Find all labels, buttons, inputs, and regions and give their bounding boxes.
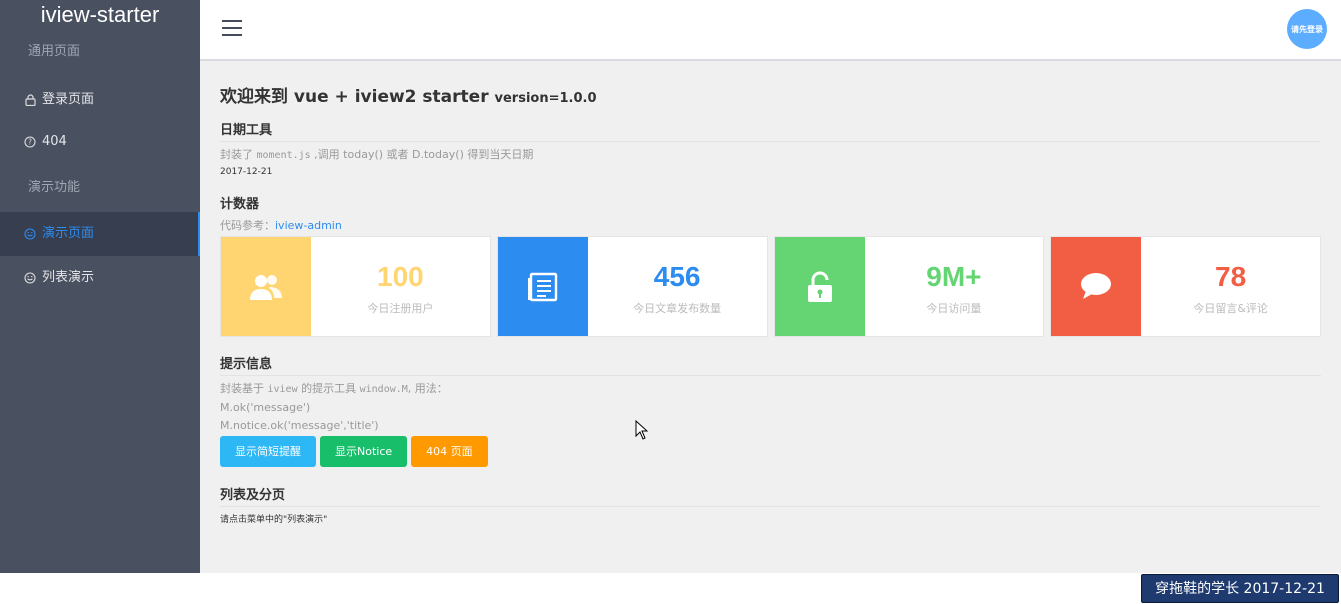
show-notice-button[interactable]: 显示Notice	[320, 436, 408, 467]
stat-value: 78	[1215, 261, 1247, 292]
help-circle-icon: ?	[24, 136, 36, 148]
counter-ref: 代码参考：iview-admin	[220, 217, 1321, 235]
desc-text: 封装基于	[220, 382, 268, 395]
section-title-counter: 计数器	[220, 197, 260, 212]
desc-text: 封装了	[220, 148, 257, 161]
stat-value: 100	[377, 261, 424, 292]
login-avatar[interactable]: 请先登录	[1287, 9, 1327, 49]
today-date: 2017-12-21	[220, 167, 273, 177]
chat-icon	[1051, 237, 1142, 336]
main-content: 欢迎来到 vue + iview2 starter version=1.0.0 …	[200, 61, 1341, 573]
desc-text: , 用法：	[407, 382, 448, 395]
menu-group-demo: 演示功能	[28, 180, 81, 195]
stat-label: 今日注册用户	[367, 302, 434, 315]
stat-value: 9M+	[926, 261, 982, 292]
mouse-pointer-icon	[635, 419, 649, 444]
list-section: 列表及分页 请点击菜单中的"列表演示"	[220, 484, 1321, 527]
section-title-tips: 提示信息	[220, 353, 1321, 376]
sidebar-item-label: 演示页面	[42, 226, 95, 241]
sidebar: iview-starter 通用页面 登录页面 ? 404 演示功能 演示页面 …	[0, 0, 200, 573]
brand-title: iview-starter	[40, 2, 160, 27]
iview-admin-link[interactable]: iview-admin	[275, 219, 342, 232]
document-icon	[497, 237, 588, 336]
stat-card-visits: 9M+ 今日访问量	[773, 236, 1045, 337]
section-title-date: 日期工具	[220, 119, 1321, 142]
app: iview-starter 通用页面 登录页面 ? 404 演示功能 演示页面 …	[0, 0, 1341, 573]
stat-card-users: 100 今日注册用户	[220, 236, 491, 337]
desc-code: moment.js	[256, 150, 311, 161]
top-header: 请先登录	[200, 0, 1341, 61]
tips-usage-ok: M.ok('message')	[220, 401, 311, 414]
sidebar-item-list-demo[interactable]: 列表演示	[0, 256, 200, 300]
date-tool-section: 日期工具 封装了 moment.js ,调用 today() 或者 D.toda…	[220, 119, 1321, 179]
menu-toggle-icon[interactable]	[222, 20, 242, 36]
stat-label: 今日文章发布数量	[633, 302, 722, 315]
unlock-icon	[774, 237, 865, 336]
stat-value: 456	[653, 261, 701, 292]
stat-cards: 100 今日注册用户 456 今日文章发布数量 9M+ 今日访问量 78 今日留…	[220, 236, 1321, 337]
show-message-button[interactable]: 显示简短提醒	[220, 436, 316, 467]
ref-label: 代码参考：	[220, 219, 275, 232]
tips-section: 提示信息 封装基于 iview 的提示工具 window.M, 用法： M.ok…	[220, 353, 1321, 467]
sidebar-item-label: 登录页面	[42, 92, 95, 107]
sidebar-item-label: 列表演示	[42, 270, 95, 285]
svg-text:?: ?	[28, 138, 32, 147]
stat-label: 今日访问量	[926, 302, 982, 315]
tips-buttons: 显示简短提醒 显示Notice 404 页面	[220, 436, 1321, 467]
lock-icon	[24, 94, 36, 106]
counter-section: 计数器 代码参考：iview-admin 100 今日注册用户 456 今日文章…	[220, 193, 1321, 337]
tips-desc: 封装基于 iview 的提示工具 window.M, 用法：	[220, 380, 1321, 399]
page-404-button[interactable]: 404 页面	[411, 436, 488, 467]
stat-card-comments: 78 今日留言&评论	[1050, 236, 1321, 337]
sidebar-item-demo-page[interactable]: 演示页面	[0, 212, 200, 256]
sidebar-item-404[interactable]: ? 404	[0, 120, 200, 164]
desc-code: window.M	[359, 384, 408, 395]
sidebar-item-login[interactable]: 登录页面	[0, 78, 200, 122]
date-tool-desc: 封装了 moment.js ,调用 today() 或者 D.today() 得…	[220, 146, 1321, 165]
menu-group-general: 通用页面	[28, 44, 81, 59]
desc-text: ,调用 today() 或者 D.today() 得到当天日期	[310, 148, 534, 161]
tips-usage-notice: M.notice.ok('message','title')	[220, 419, 379, 432]
page-title: 欢迎来到 vue + iview2 starter version=1.0.0	[220, 82, 1321, 107]
desc-text: 的提示工具	[297, 382, 360, 395]
desc-code: iview	[267, 384, 298, 395]
list-desc: 请点击菜单中的"列表演示"	[220, 515, 328, 525]
version-label: version=1.0.0	[494, 91, 597, 106]
stat-card-articles: 456 今日文章发布数量	[496, 236, 768, 337]
section-title-list: 列表及分页	[220, 484, 1321, 507]
face-icon	[24, 272, 36, 284]
face-icon	[24, 228, 36, 240]
watermark-label: 穿拖鞋的学长 2017-12-21	[1141, 574, 1339, 603]
page-title-text: 欢迎来到 vue + iview2 starter	[220, 87, 489, 107]
stat-label: 今日留言&评论	[1193, 302, 1268, 315]
sidebar-item-label: 404	[42, 134, 67, 149]
users-icon	[221, 237, 311, 336]
